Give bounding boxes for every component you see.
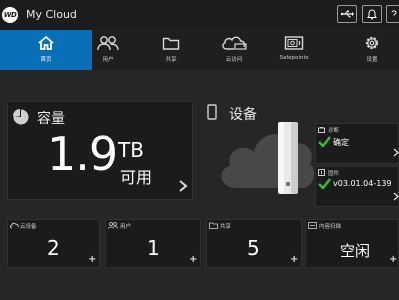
firmware-label: 固件 [328,171,340,177]
firmware-icon [318,169,325,176]
firmware-chevron-right-icon[interactable] [393,192,399,201]
tab-shares-label: 共享 [165,57,177,63]
diagnostics-value: 确定 [333,138,349,147]
title-bar: WD My Cloud [0,0,399,31]
content-scan-icon [308,222,317,229]
tab-home-label: 首页 [40,57,52,63]
home-icon [38,35,54,50]
my-cloud-device-image [278,122,298,194]
content-scan-status: 空闲 [340,242,371,260]
diagnostics-check-icon [318,136,331,147]
diagnostics-chevron-right-icon[interactable] [393,148,399,157]
main-nav: 首页 用户 共享 云访问 Safepoints 设置 [0,30,399,70]
users-count: 1 [147,236,160,260]
shares-card-icon [209,222,218,229]
tab-users[interactable]: 用户 [72,30,144,70]
firmware-check-icon [318,178,331,189]
gear-icon [365,36,379,50]
folder-icon [162,37,180,50]
tab-users-label: 用户 [102,57,114,63]
capacity-chevron-right-icon[interactable] [178,179,188,193]
content-scan-label: 内容扫描 [319,224,342,230]
notifications-button[interactable] [362,5,382,23]
cloud-devices-label: 云设备 [20,224,37,230]
add-user-button[interactable]: + [189,254,197,265]
tab-safepoints-label: Safepoints [279,55,309,61]
shares-count: 5 [247,236,260,260]
firmware-version: v03.01.04-139 [333,179,392,188]
capacity-title: 容量 [37,111,65,127]
add-share-button[interactable]: + [290,254,298,265]
users-icon [97,36,119,51]
tab-shares[interactable]: 共享 [135,30,207,70]
help-icon [391,10,397,16]
capacity-value: 1.9 [47,127,118,181]
tab-settings-label: 设置 [366,57,378,63]
cloud-icon [222,36,247,50]
tab-settings[interactable]: 设置 [336,30,399,70]
shares-card-label: 共享 [220,224,232,230]
cloud-devices-count: 2 [47,236,60,260]
wd-logo: WD [2,7,18,23]
capacity-status: 可用 [120,168,153,187]
users-card-label: 用户 [120,224,132,230]
diagnostics-label: 诊断 [328,128,340,134]
users-card-icon [108,222,118,229]
app-title: My Cloud [26,8,77,21]
usb-button[interactable] [337,5,357,23]
capacity-unit: TB [118,138,144,162]
content-scan-add-button[interactable]: + [389,254,397,265]
pie-chart-icon [13,109,29,125]
usb-icon [340,10,354,18]
diagnostics-icon [318,127,325,133]
cloud-devices-icon [10,222,19,229]
safe-icon [284,36,304,50]
bell-icon [367,8,377,20]
tab-cloud-access-label: 云访问 [225,57,243,63]
tab-safepoints[interactable]: Safepoints [258,30,330,70]
help-button[interactable] [386,5,399,23]
add-cloud-device-button[interactable]: + [88,254,96,265]
cloud-graphic [221,134,315,188]
